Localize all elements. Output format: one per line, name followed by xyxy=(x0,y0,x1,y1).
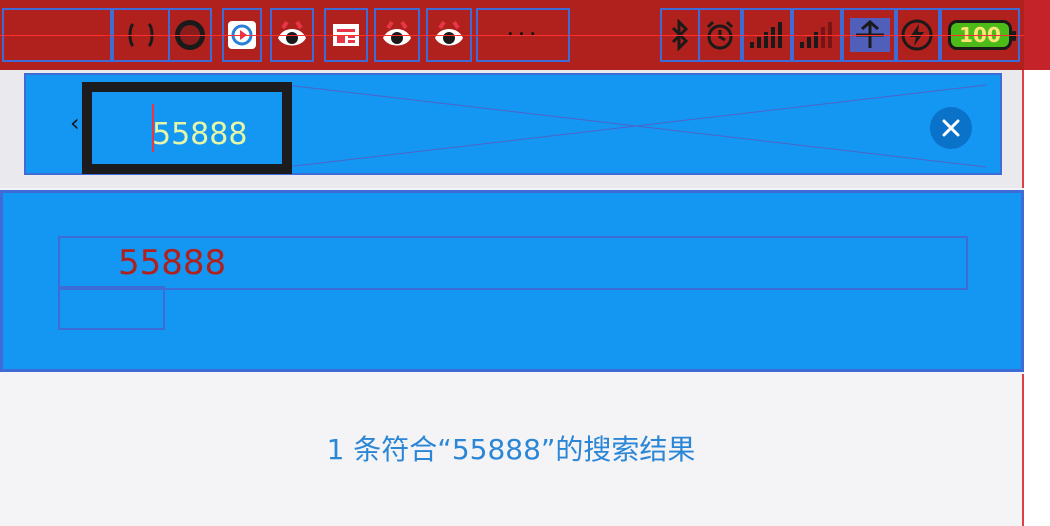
alarm-icon xyxy=(698,8,742,62)
app-eye-icon xyxy=(374,8,420,62)
close-icon xyxy=(942,119,960,137)
battery-icon: 100 xyxy=(948,20,1016,50)
battery-indicator: 100 xyxy=(940,8,1020,62)
suggestion-item[interactable]: 55888 xyxy=(58,236,968,290)
notification-icon xyxy=(112,8,170,62)
more-notifications: ··· xyxy=(476,8,570,62)
search-bar[interactable]: ‹ 55888 xyxy=(24,73,1002,175)
status-bar: ··· 100 xyxy=(0,0,1026,72)
clear-search-button[interactable] xyxy=(930,107,972,149)
result-summary: 1 条符合“55888”的搜索结果 xyxy=(326,433,696,466)
more-icon: ··· xyxy=(506,20,540,50)
suggestion-panel: 55888 xyxy=(0,190,1024,372)
search-input[interactable]: 55888 xyxy=(82,82,292,174)
battery-level: 100 xyxy=(959,23,1001,47)
search-query: 55888 xyxy=(152,117,248,152)
charging-icon xyxy=(894,8,940,62)
signal-icon xyxy=(792,8,842,62)
app-play-icon xyxy=(222,8,262,62)
suggestion-text: 55888 xyxy=(118,243,227,283)
signal-icon xyxy=(742,8,792,62)
adjacent-screen-edge xyxy=(1024,0,1050,526)
adjacent-status-edge xyxy=(1024,0,1050,70)
status-left-area xyxy=(2,8,112,62)
app-news-icon xyxy=(324,8,368,62)
search-screen: ··· 100 ‹ 55888 55888 1 条符合“55888”的搜索结果 xyxy=(0,0,1050,526)
suggestion-subtitle xyxy=(58,286,165,330)
app-record-icon xyxy=(168,8,212,62)
search-header: ‹ 55888 xyxy=(0,70,1024,188)
wifi-icon xyxy=(842,8,898,62)
app-eye-icon xyxy=(270,8,314,62)
bluetooth-icon xyxy=(660,8,700,62)
app-eye-icon xyxy=(426,8,472,62)
results-area: 1 条符合“55888”的搜索结果 xyxy=(0,374,1024,526)
